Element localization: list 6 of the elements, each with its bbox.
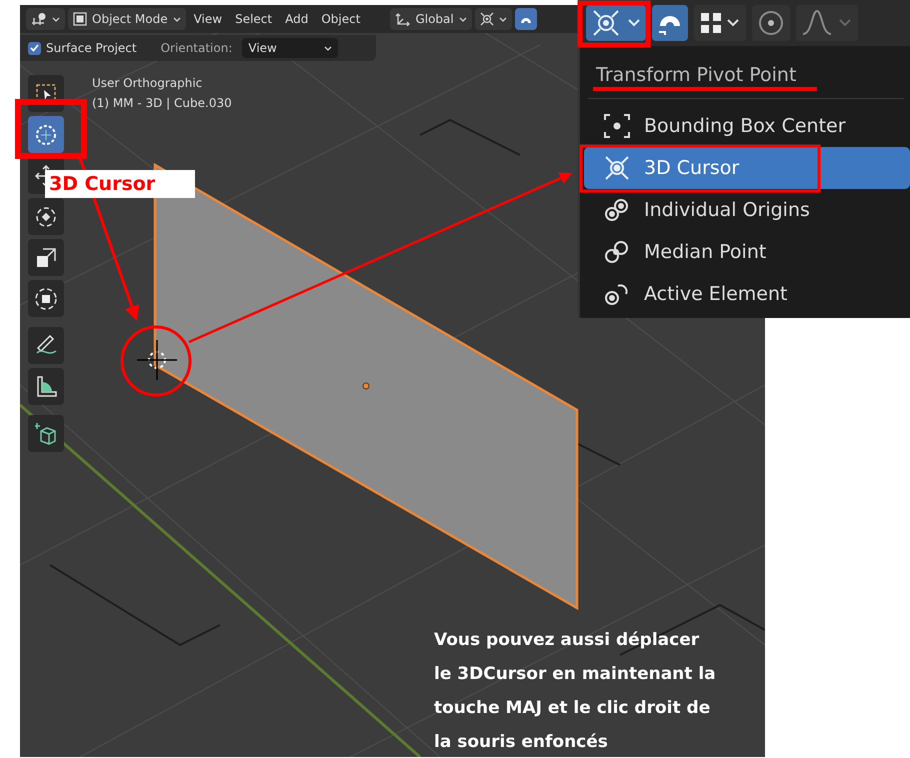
callout-tooltip: 3D Cursor xyxy=(45,170,195,198)
note-text: Vous pouvez aussi déplacer le 3DCursor en maintenant la touche MAJ et le clic droit de la souris enfoncés xyxy=(434,629,716,754)
object-info: (1) MM - 3D | Cube.030 xyxy=(92,95,232,112)
view-name: User Orthographic xyxy=(92,75,204,92)
menu-title: Transform Pivot Point xyxy=(596,64,796,86)
orientation-label: Orientation: xyxy=(160,41,232,55)
